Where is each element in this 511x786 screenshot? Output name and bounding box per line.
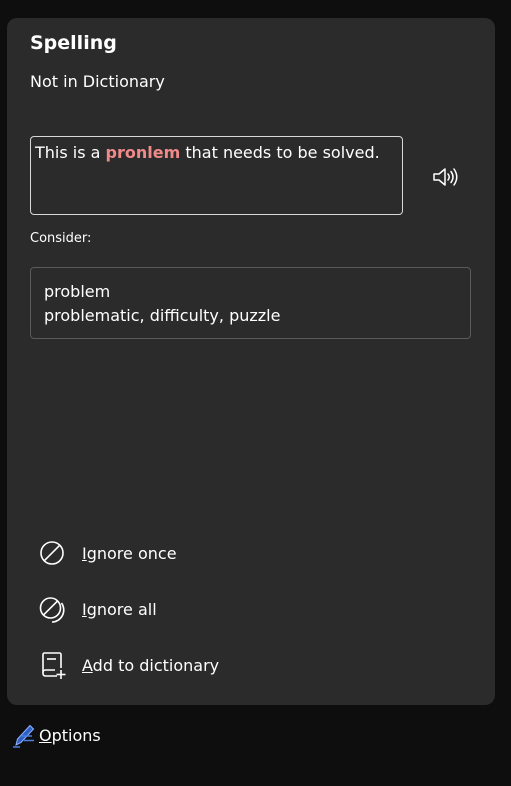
add-to-dictionary-icon: [42, 652, 66, 679]
ignore-all-label: Ignore all: [82, 600, 157, 619]
consider-label: Consider:: [30, 231, 92, 246]
speaker-icon: [433, 168, 458, 186]
ignore-all-button[interactable]: Ignore all: [37, 592, 157, 626]
ignore-all-text: gnore all: [86, 599, 157, 619]
ignore-once-label: Ignore once: [82, 544, 177, 563]
suggestion-synonyms: problematic, difficulty, puzzle: [44, 306, 281, 325]
ignore-once-button[interactable]: Ignore once: [37, 536, 177, 570]
spelling-pane: Spelling Not in Dictionary This is a pro…: [7, 18, 495, 705]
options-text: ptions: [51, 725, 101, 745]
ignore-once-icon: [40, 541, 64, 565]
misspelled-word: pronlem: [105, 143, 181, 162]
read-aloud-button[interactable]: [431, 165, 459, 189]
ignore-once-text: gnore once: [86, 543, 177, 563]
context-text-before: This is a: [35, 143, 106, 162]
context-sentence-box: This is a pronlem that needs to be solve…: [30, 136, 403, 215]
add-to-dictionary-text: dd to dictionary: [92, 655, 220, 675]
suggestion-word: problem: [44, 282, 111, 301]
add-to-dictionary-button[interactable]: Add to dictionary: [37, 648, 219, 682]
ignore-all-icon: [39, 597, 65, 623]
options-accel: O: [39, 725, 52, 745]
options-link[interactable]: Options: [12, 722, 101, 748]
error-type-label: Not in Dictionary: [30, 72, 165, 91]
context-text-after: that needs to be solved.: [180, 143, 380, 162]
add-to-dictionary-label: Add to dictionary: [82, 656, 219, 675]
options-label: Options: [39, 726, 101, 745]
suggestion-item[interactable]: problem problematic, difficulty, puzzle: [30, 267, 471, 339]
pane-title: Spelling: [30, 32, 117, 54]
add-to-dictionary-accel: A: [82, 655, 93, 675]
options-pen-icon: [13, 724, 35, 748]
